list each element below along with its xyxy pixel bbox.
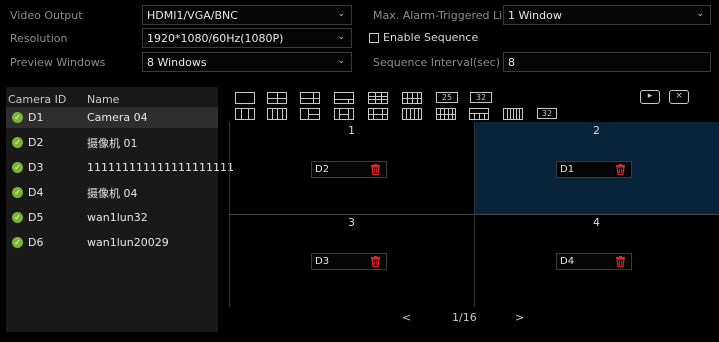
camera-row[interactable]: ✓ D6 wan1lun20029 bbox=[6, 232, 218, 253]
camera-id: D5 bbox=[28, 211, 44, 224]
resolution-label: Resolution bbox=[10, 32, 68, 45]
camera-id: D6 bbox=[28, 236, 44, 249]
camera-id: D3 bbox=[28, 161, 44, 174]
camera-row[interactable]: ✓ D1 Camera 04 bbox=[6, 107, 218, 128]
chevron-down-icon: ⌄ bbox=[337, 56, 345, 66]
layout-8-icon[interactable] bbox=[334, 92, 354, 104]
sequence-interval-label: Sequence Interval(sec) bbox=[373, 56, 501, 69]
online-check-icon: ✓ bbox=[12, 112, 23, 123]
preview-windows-label: Preview Windows bbox=[10, 56, 106, 69]
layout-25-icon[interactable] bbox=[503, 108, 523, 120]
play-sequence-icon[interactable]: ▸ bbox=[640, 90, 660, 104]
chevron-down-icon: ⌄ bbox=[337, 9, 345, 19]
layout-32b-button[interactable]: 32 bbox=[537, 108, 557, 119]
window-number: 1 bbox=[348, 124, 355, 137]
layout-6-icon[interactable] bbox=[300, 92, 320, 104]
grid-divider bbox=[229, 214, 719, 215]
camera-row[interactable]: ✓ D3 111111111111111111111 bbox=[6, 157, 234, 178]
preview-windows-select[interactable]: 8 Windows ⌄ bbox=[142, 52, 352, 72]
video-output-select[interactable]: HDMI1/VGA/BNC ⌄ bbox=[142, 5, 352, 25]
camera-name-header: Name bbox=[87, 93, 120, 106]
video-output-value: HDMI1/VGA/BNC bbox=[147, 8, 238, 22]
online-check-icon: ✓ bbox=[12, 137, 23, 148]
chevron-down-icon: ⌄ bbox=[696, 9, 704, 19]
preview-window-1[interactable]: 1 D2 bbox=[229, 122, 474, 214]
camera-id: D1 bbox=[28, 111, 44, 124]
camera-list: Camera ID Name ✓ D1 Camera 04 ✓ D2 摄像机 0… bbox=[6, 87, 234, 332]
clear-all-icon[interactable]: × bbox=[669, 90, 689, 104]
layout-3-icon[interactable] bbox=[235, 108, 255, 120]
online-check-icon: ✓ bbox=[12, 162, 23, 173]
enable-sequence-checkbox[interactable]: Enable Sequence bbox=[369, 31, 478, 44]
layout-13-icon[interactable] bbox=[436, 108, 456, 120]
window-camera-id: D2 bbox=[315, 164, 330, 175]
online-check-icon: ✓ bbox=[12, 212, 23, 223]
layout-5-icon[interactable] bbox=[300, 108, 320, 120]
camera-row[interactable]: ✓ D2 摄像机 01 bbox=[6, 132, 218, 153]
window-camera-chip: D4 bbox=[556, 253, 632, 270]
online-check-icon: ✓ bbox=[12, 237, 23, 248]
window-number: 2 bbox=[593, 124, 600, 137]
layout-25-button[interactable]: 25 bbox=[436, 92, 458, 103]
camera-name: wan1lun20029 bbox=[87, 236, 169, 249]
layout-9-icon[interactable] bbox=[368, 92, 388, 104]
window-number: 3 bbox=[348, 216, 355, 229]
trash-icon[interactable] bbox=[370, 256, 381, 270]
trash-icon[interactable] bbox=[615, 256, 626, 270]
layout-10-icon[interactable] bbox=[368, 108, 388, 120]
layout-16-icon[interactable] bbox=[402, 92, 422, 104]
max-alarm-label: Max. Alarm-Triggered Li... bbox=[373, 9, 513, 22]
preview-window-2[interactable]: 2 D1 bbox=[474, 122, 719, 214]
camera-row[interactable]: ✓ D5 wan1lun32 bbox=[6, 207, 218, 228]
max-alarm-select[interactable]: 1 Window ⌄ bbox=[503, 5, 711, 25]
max-alarm-value: 1 Window bbox=[508, 8, 562, 22]
video-output-label: Video Output bbox=[10, 9, 83, 22]
preview-windows-value: 8 Windows bbox=[147, 55, 207, 69]
layout-4v-icon[interactable] bbox=[267, 108, 287, 120]
window-camera-id: D3 bbox=[315, 256, 330, 267]
layout-7-icon[interactable] bbox=[334, 108, 354, 120]
trash-icon[interactable] bbox=[615, 164, 626, 178]
page-indicator: 1/16 bbox=[452, 311, 477, 324]
enable-sequence-label: Enable Sequence bbox=[383, 31, 479, 44]
resolution-value: 1920*1080/60Hz(1080P) bbox=[147, 31, 284, 45]
window-camera-id: D1 bbox=[560, 164, 575, 175]
window-number: 4 bbox=[593, 216, 600, 229]
camera-id: D2 bbox=[28, 136, 44, 149]
window-camera-chip: D2 bbox=[311, 161, 387, 178]
trash-icon[interactable] bbox=[370, 164, 381, 178]
layout-32-button[interactable]: 32 bbox=[470, 92, 492, 103]
camera-id-header: Camera ID bbox=[8, 93, 67, 106]
camera-name: 111111111111111111111 bbox=[87, 161, 234, 174]
sequence-interval-value: 8 bbox=[508, 55, 515, 69]
chevron-down-icon: ⌄ bbox=[337, 32, 345, 42]
layout-1-icon[interactable] bbox=[235, 92, 255, 104]
sequence-interval-input[interactable]: 8 bbox=[503, 52, 711, 72]
camera-name: wan1lun32 bbox=[87, 211, 148, 224]
camera-name: Camera 04 bbox=[87, 111, 148, 124]
layout-4-icon[interactable] bbox=[267, 92, 287, 104]
layout-16b-icon[interactable] bbox=[469, 108, 489, 120]
camera-name: 摄像机 01 bbox=[87, 136, 138, 150]
resolution-select[interactable]: 1920*1080/60Hz(1080P) ⌄ bbox=[142, 28, 352, 48]
preview-grid: 1 D2 2 D1 3 D3 4 D4 bbox=[229, 122, 719, 307]
preview-window-3[interactable]: 3 D3 bbox=[229, 214, 474, 306]
window-camera-chip: D1 bbox=[556, 161, 632, 178]
camera-name: 摄像机 04 bbox=[87, 186, 138, 200]
camera-row[interactable]: ✓ D4 摄像机 04 bbox=[6, 182, 218, 203]
preview-window-4[interactable]: 4 D4 bbox=[474, 214, 719, 306]
online-check-icon: ✓ bbox=[12, 187, 23, 198]
prev-page-button[interactable]: < bbox=[402, 311, 411, 324]
checkbox-icon bbox=[369, 32, 379, 43]
window-camera-id: D4 bbox=[560, 256, 575, 267]
next-page-button[interactable]: > bbox=[515, 311, 524, 324]
layout-12-icon[interactable] bbox=[402, 108, 422, 120]
window-camera-chip: D3 bbox=[311, 253, 387, 270]
camera-id: D4 bbox=[28, 186, 44, 199]
